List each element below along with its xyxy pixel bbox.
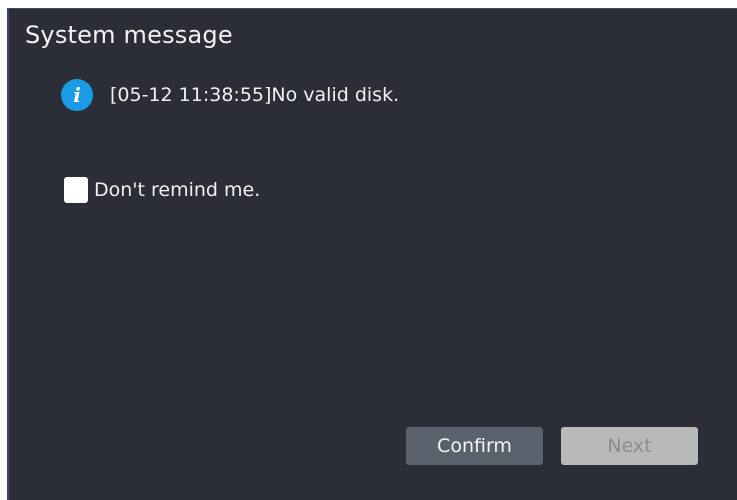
system-message-dialog: System message i [05-12 11:38:55]No vali…: [7, 8, 737, 500]
next-button[interactable]: Next: [561, 427, 698, 465]
message-text: [05-12 11:38:55]No valid disk.: [110, 84, 400, 106]
dont-remind-checkbox[interactable]: [64, 177, 88, 203]
message-row: i [05-12 11:38:55]No valid disk.: [61, 78, 399, 112]
dialog-title: System message: [25, 21, 233, 49]
info-icon: i: [61, 79, 93, 111]
dont-remind-label[interactable]: Don't remind me.: [94, 179, 260, 201]
confirm-button[interactable]: Confirm: [406, 427, 543, 465]
dont-remind-row[interactable]: Don't remind me.: [64, 175, 260, 205]
